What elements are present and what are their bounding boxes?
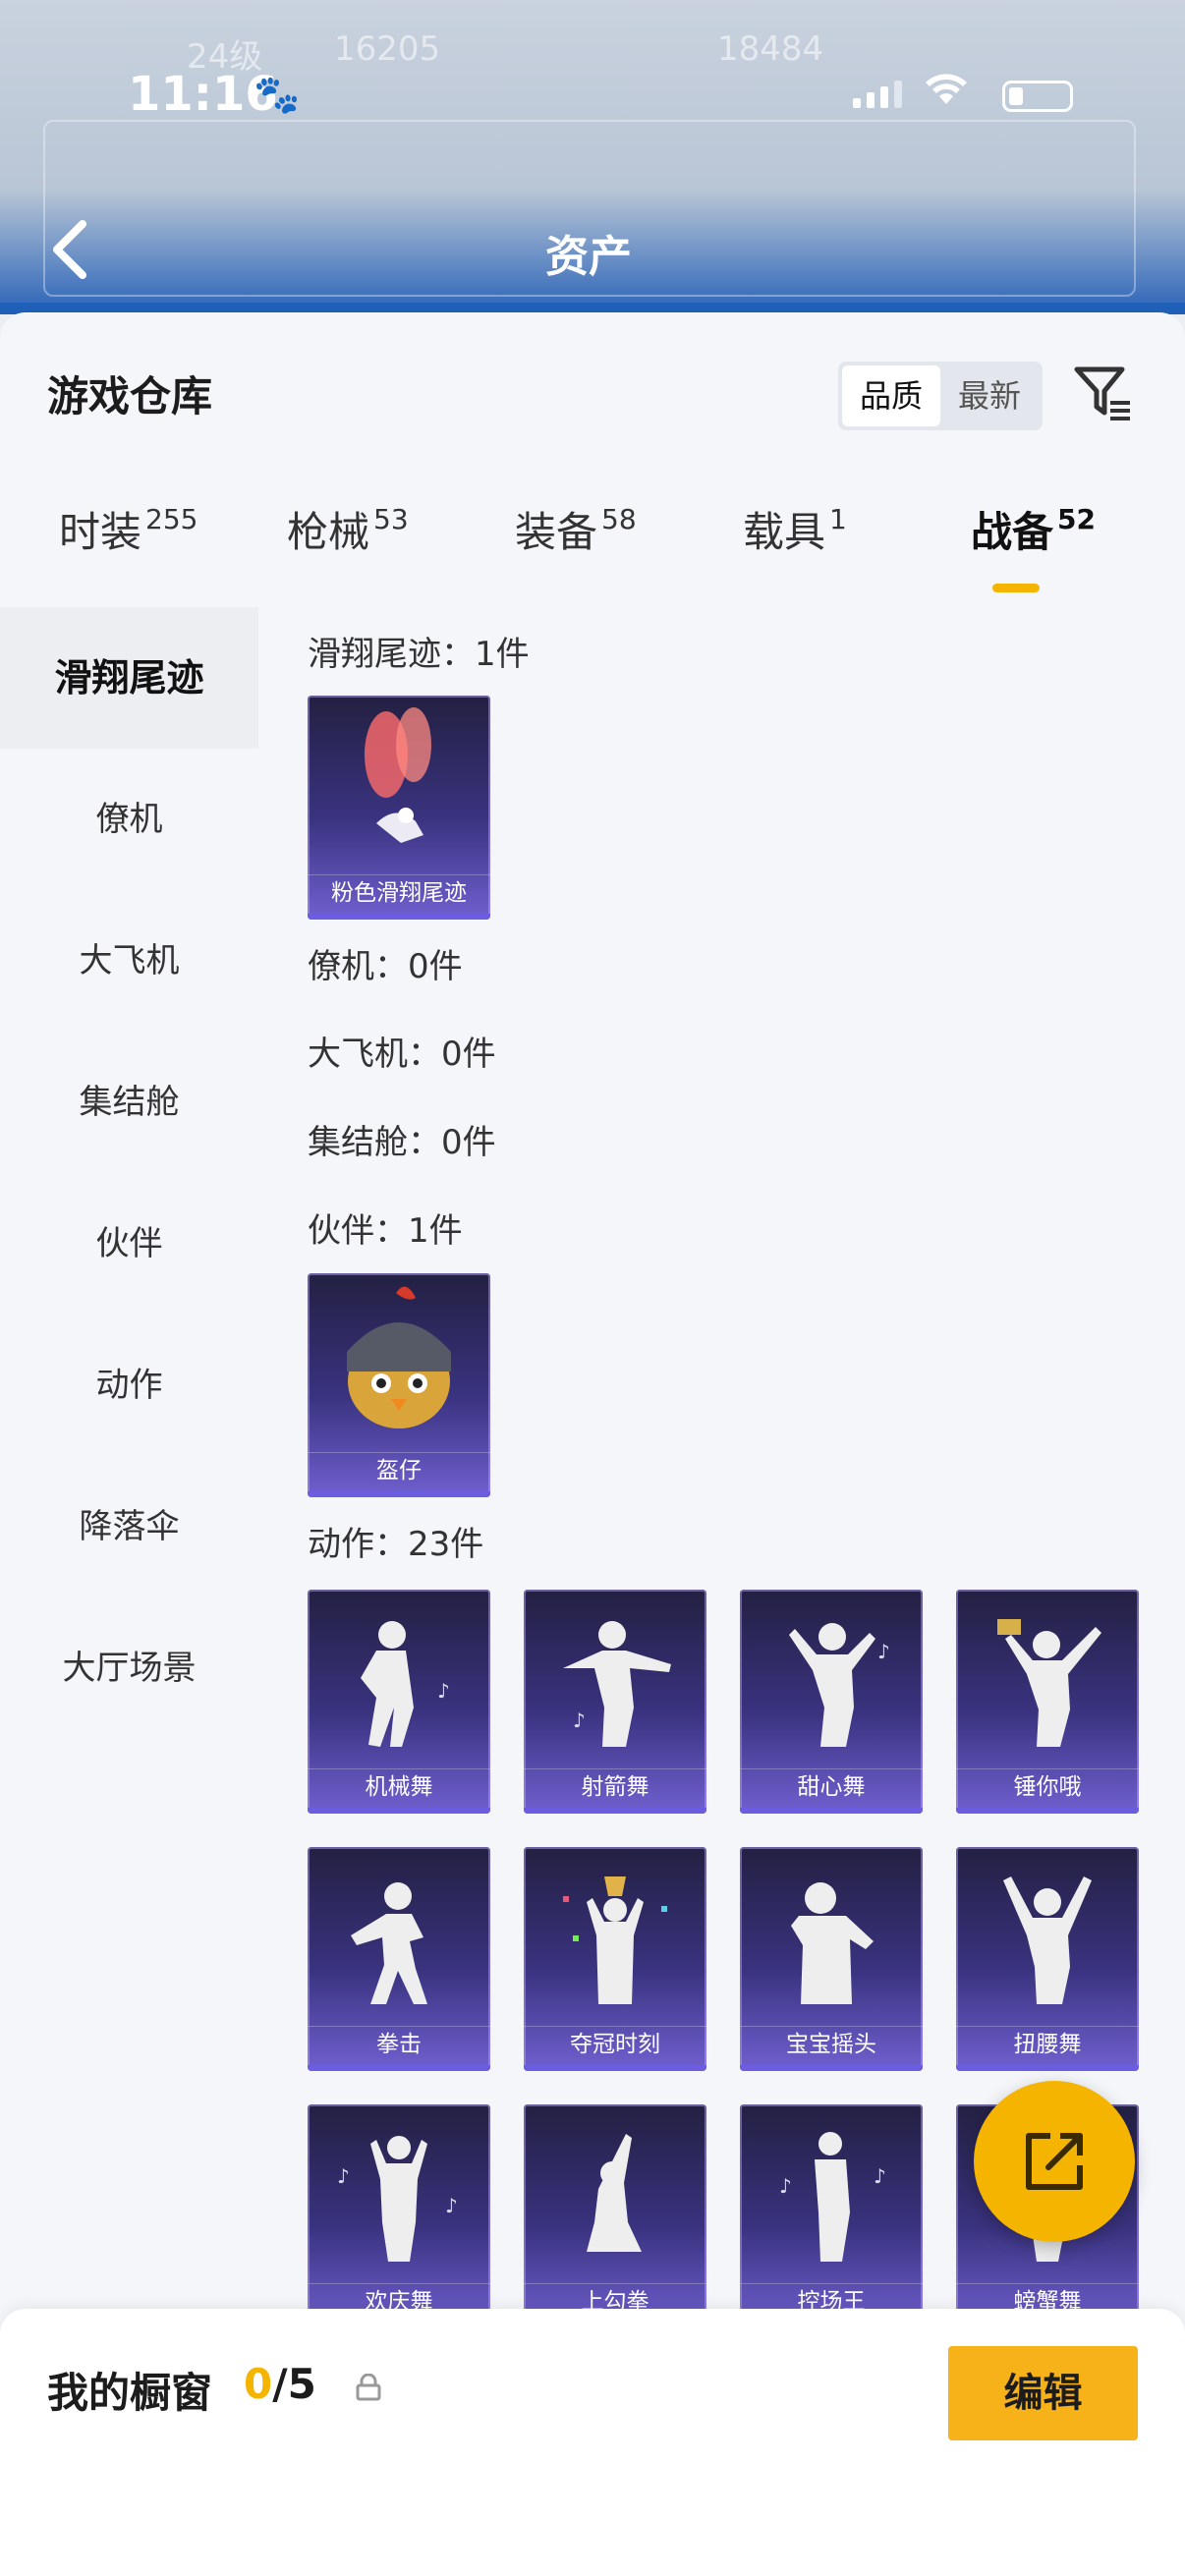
svg-text:♪: ♪: [437, 1679, 450, 1703]
svg-text:♪: ♪: [877, 1640, 890, 1663]
dancer-silhouette-art: ♪: [361, 1621, 450, 1747]
emote-card[interactable]: ♪ 甜心舞: [740, 1590, 923, 1814]
showcase-label: 我的橱窗: [47, 2369, 213, 2417]
emote-card[interactable]: 上勾拳: [524, 2104, 706, 2317]
item-card[interactable]: 粉色滑翔尾迹: [308, 696, 490, 920]
wifi-icon: [924, 69, 969, 118]
dancer-silhouette-art: ♪♪: [779, 2132, 886, 2262]
page-title: 资产: [545, 232, 632, 282]
item-label: 宝宝摇头: [740, 2026, 923, 2061]
signal-icon: [853, 81, 902, 108]
sidebar-item-parachute[interactable]: 降落伞: [0, 1456, 258, 1597]
svg-text:♪: ♪: [874, 2164, 886, 2188]
dancer-silhouette-art: [1003, 1876, 1092, 2004]
item-label: 夺冠时刻: [524, 2026, 706, 2061]
section-title-glide: 滑翔尾迹：1件: [308, 635, 530, 674]
sidebar-item-pod[interactable]: 集结舱: [0, 1032, 258, 1173]
item-label: 甜心舞: [740, 1768, 923, 1804]
emote-card[interactable]: 夺冠时刻: [524, 1847, 706, 2071]
dancer-silhouette-art: [997, 1619, 1101, 1747]
paw-icon: 🐾: [254, 73, 301, 116]
dancer-silhouette-art: ♪♪: [337, 2136, 458, 2262]
item-label: 粉色滑翔尾迹: [308, 874, 490, 910]
emote-card[interactable]: ♪ ♪ 欢庆舞: [308, 2104, 490, 2317]
sort-quality-option[interactable]: 品质: [842, 365, 940, 426]
emote-card[interactable]: ♪ ♪ 控场王: [740, 2104, 923, 2317]
glide-trail-art: [365, 707, 431, 843]
emote-card[interactable]: 宝宝摇头: [740, 1847, 923, 2071]
section-title-emote: 动作：23件: [308, 1525, 484, 1564]
svg-text:♪: ♪: [337, 2164, 350, 2188]
share-icon: [1026, 2133, 1083, 2190]
dancer-silhouette-art: ♪: [563, 1621, 671, 1747]
dancer-silhouette-art: [351, 1882, 427, 2004]
sidebar-item-lobby[interactable]: 大厅场景: [0, 1597, 258, 1739]
category-sidebar: 滑翔尾迹 僚机 大飞机 集结舱 伙伴 动作 降落伞 大厅场景: [0, 607, 258, 2435]
item-label: 扭腰舞: [956, 2026, 1139, 2061]
tab-equipment[interactable]: 装备 58: [515, 499, 637, 559]
section-title-pod: 集结舱：0件: [308, 1123, 496, 1162]
tab-weapons[interactable]: 枪械 53: [287, 499, 409, 559]
tab-readiness[interactable]: 战备 52: [971, 499, 1096, 559]
dancer-silhouette-art: [791, 1882, 874, 2004]
battery-icon: [1002, 81, 1073, 112]
lock-icon: [356, 2374, 381, 2401]
companion-chick-art: [347, 1286, 451, 1428]
ghost-score: 16205: [334, 29, 441, 69]
dancer-silhouette-art: [563, 1876, 667, 2004]
svg-text:♪: ♪: [445, 2194, 458, 2217]
sort-toggle[interactable]: 品质 最新: [838, 362, 1043, 430]
warehouse-title: 游戏仓库: [47, 372, 213, 420]
background-header: 24级 16205 18484 11:16 🐾 资产: [0, 0, 1185, 314]
ghost-score-2: 18484: [717, 29, 824, 69]
filter-icon[interactable]: [1071, 362, 1134, 424]
item-label: 机械舞: [308, 1768, 490, 1804]
item-content: 滑翔尾迹：1件 粉色滑翔尾迹 僚机：0件 大飞机：0件 集结舱：0件 伙伴：1件: [258, 607, 1185, 2317]
emote-card[interactable]: 拳击: [308, 1847, 490, 2071]
back-arrow-icon[interactable]: [47, 218, 90, 295]
sidebar-item-companion[interactable]: 伙伴: [0, 1173, 258, 1315]
item-label: 锤你哦: [956, 1768, 1139, 1804]
sidebar-item-emote[interactable]: 动作: [0, 1315, 258, 1456]
showcase-count: 0/5: [244, 2360, 316, 2408]
active-tab-indicator: [992, 584, 1040, 592]
item-card[interactable]: 盔仔: [308, 1273, 490, 1497]
emote-card[interactable]: 锤你哦: [956, 1590, 1139, 1814]
sort-newest-option[interactable]: 最新: [940, 365, 1039, 426]
sidebar-item-wingman[interactable]: 僚机: [0, 749, 258, 890]
sidebar-item-glide-trail[interactable]: 滑翔尾迹: [0, 607, 258, 749]
edit-button[interactable]: 编辑: [948, 2346, 1138, 2440]
section-title-plane: 大飞机：0件: [308, 1035, 496, 1074]
item-label: 射箭舞: [524, 1768, 706, 1804]
dancer-silhouette-art: [587, 2134, 642, 2252]
section-title-wingman: 僚机：0件: [308, 947, 463, 986]
item-label: 拳击: [308, 2026, 490, 2061]
item-label: 盔仔: [308, 1452, 490, 1487]
tab-vehicles[interactable]: 载具 1: [743, 499, 847, 559]
svg-text:♪: ♪: [779, 2174, 792, 2198]
emote-card[interactable]: ♪ 机械舞: [308, 1590, 490, 1814]
showcase-bar: 我的橱窗 0/5 编辑: [0, 2309, 1185, 2576]
emote-card[interactable]: 扭腰舞: [956, 1847, 1139, 2071]
category-tabs: 时装 255 枪械 53 装备 58 载具 1 战备 52: [0, 499, 1185, 597]
dancer-silhouette-art: ♪: [789, 1623, 890, 1747]
tab-fashion[interactable]: 时装 255: [59, 499, 198, 559]
warehouse-sheet: 游戏仓库 品质 最新 时装 255 枪械 53 装备 58 载具 1 战备 52 滑翔尾迹…: [0, 312, 1185, 2576]
svg-text:♪: ♪: [573, 1708, 586, 1732]
emote-card[interactable]: ♪ 射箭舞: [524, 1590, 706, 1814]
sidebar-item-plane[interactable]: 大飞机: [0, 890, 258, 1032]
section-title-companion: 伙伴：1件: [308, 1211, 463, 1251]
share-button[interactable]: [974, 2081, 1135, 2242]
